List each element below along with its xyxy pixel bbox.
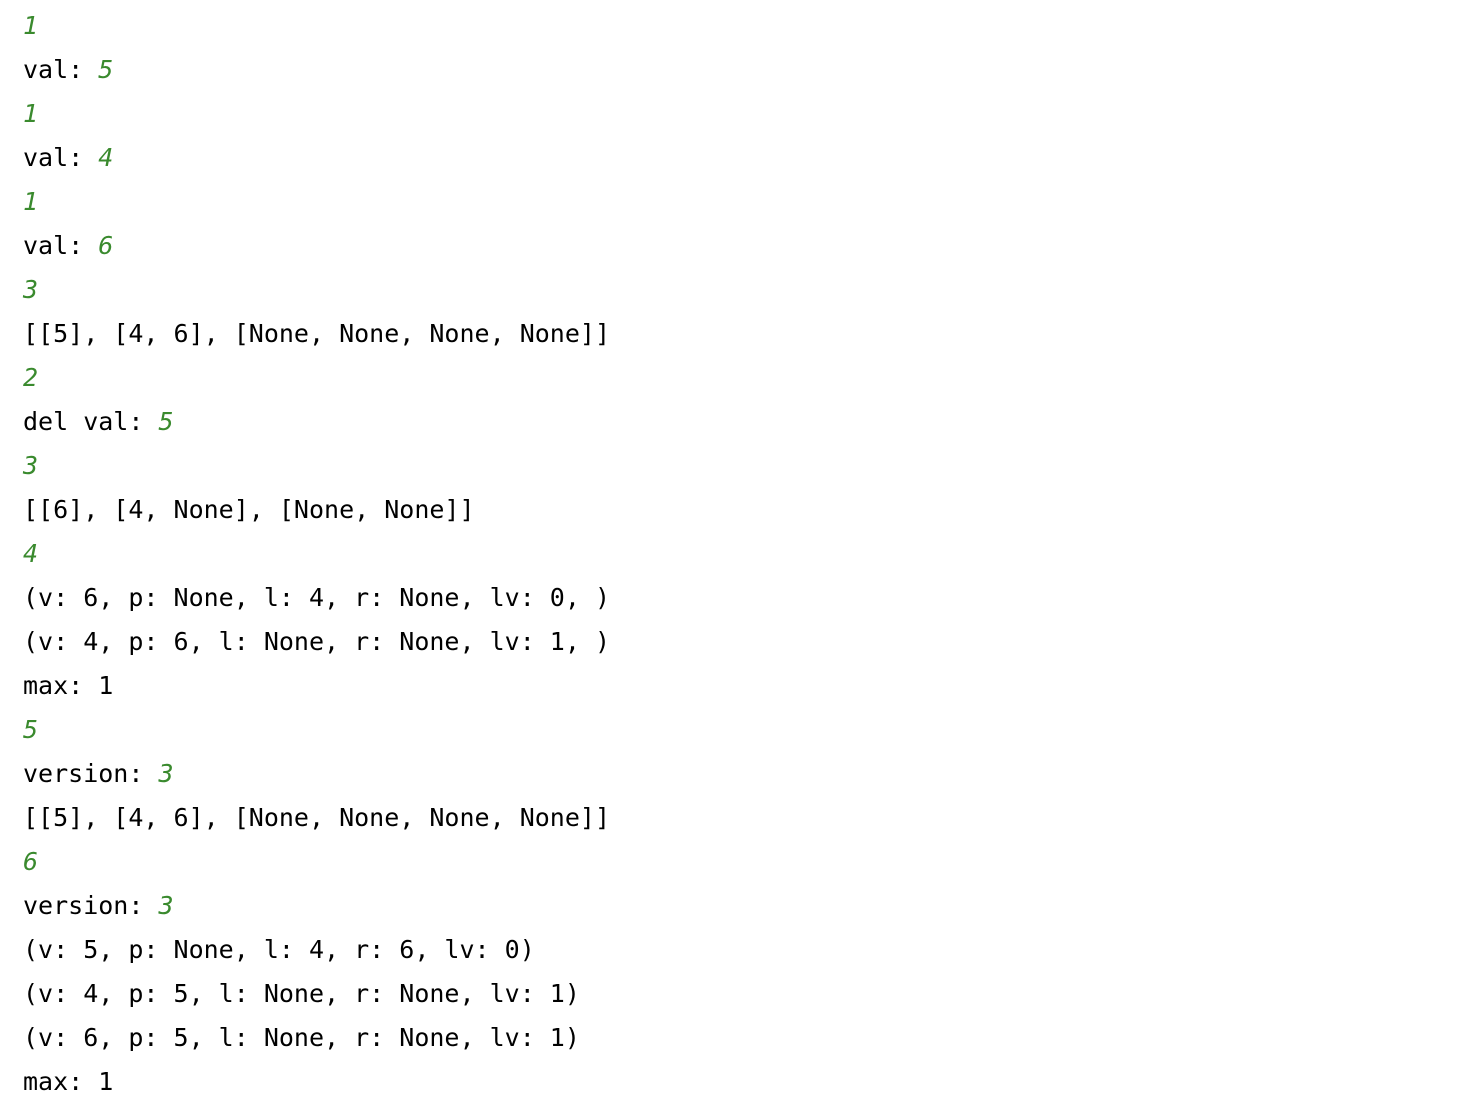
line-text: version: bbox=[23, 759, 159, 788]
line-text: del val: bbox=[23, 407, 159, 436]
output-line: (v: 4, p: 5, l: None, r: None, lv: 1) bbox=[23, 972, 1458, 1016]
line-text: [[5], [4, 6], [None, None, None, None]] bbox=[23, 803, 610, 832]
output-line: 1 bbox=[23, 92, 1458, 136]
line-text: val: bbox=[23, 55, 99, 84]
line-value: 3 bbox=[23, 275, 39, 304]
line-value: 5 bbox=[158, 407, 174, 436]
output-line: max: 1 bbox=[23, 1060, 1458, 1102]
console-output: 1 val: 5 1 val: 4 1 val: 6 3 [[5], [4, 6… bbox=[0, 4, 1458, 1102]
line-text: (v: 5, p: None, l: 4, r: 6, lv: 0) bbox=[23, 935, 535, 964]
line-value: 2 bbox=[23, 363, 39, 392]
line-text: val: bbox=[23, 143, 99, 172]
line-text: (v: 4, p: 5, l: None, r: None, lv: 1) bbox=[23, 979, 580, 1008]
output-line: (v: 6, p: 5, l: None, r: None, lv: 1) bbox=[23, 1016, 1458, 1060]
line-text: (v: 6, p: 5, l: None, r: None, lv: 1) bbox=[23, 1023, 580, 1052]
line-text: max: 1 bbox=[23, 671, 114, 700]
line-value: 4 bbox=[98, 143, 114, 172]
output-line: (v: 4, p: 6, l: None, r: None, lv: 1, ) bbox=[23, 620, 1458, 664]
line-text: (v: 4, p: 6, l: None, r: None, lv: 1, ) bbox=[23, 627, 610, 656]
line-value: 4 bbox=[23, 539, 39, 568]
line-value: 3 bbox=[23, 451, 39, 480]
line-value: 5 bbox=[98, 55, 114, 84]
line-text: version: bbox=[23, 891, 159, 920]
output-line: version: 3 bbox=[23, 884, 1458, 928]
line-text: [[6], [4, None], [None, None]] bbox=[23, 495, 475, 524]
line-value: 1 bbox=[23, 11, 39, 40]
line-value: 1 bbox=[23, 99, 39, 128]
output-line: 3 bbox=[23, 268, 1458, 312]
output-line: val: 4 bbox=[23, 136, 1458, 180]
line-text: (v: 6, p: None, l: 4, r: None, lv: 0, ) bbox=[23, 583, 610, 612]
line-value: 3 bbox=[158, 891, 174, 920]
output-line: 3 bbox=[23, 444, 1458, 488]
line-text: [[5], [4, 6], [None, None, None, None]] bbox=[23, 319, 610, 348]
output-line: val: 5 bbox=[23, 48, 1458, 92]
line-value: 6 bbox=[98, 231, 114, 260]
line-value: 5 bbox=[23, 715, 39, 744]
output-line: (v: 5, p: None, l: 4, r: 6, lv: 0) bbox=[23, 928, 1458, 972]
line-text: max: 1 bbox=[23, 1067, 114, 1096]
output-line: version: 3 bbox=[23, 752, 1458, 796]
output-line: 5 bbox=[23, 708, 1458, 752]
output-line: 2 bbox=[23, 356, 1458, 400]
output-line: 1 bbox=[23, 180, 1458, 224]
output-line: 1 bbox=[23, 4, 1458, 48]
line-value: 1 bbox=[23, 187, 39, 216]
line-value: 6 bbox=[23, 847, 39, 876]
output-line: (v: 6, p: None, l: 4, r: None, lv: 0, ) bbox=[23, 576, 1458, 620]
output-line: val: 6 bbox=[23, 224, 1458, 268]
output-line: [[6], [4, None], [None, None]] bbox=[23, 488, 1458, 532]
line-text: val: bbox=[23, 231, 99, 260]
output-line: 4 bbox=[23, 532, 1458, 576]
output-line: del val: 5 bbox=[23, 400, 1458, 444]
output-line: 6 bbox=[23, 840, 1458, 884]
output-line: max: 1 bbox=[23, 664, 1458, 708]
output-line: [[5], [4, 6], [None, None, None, None]] bbox=[23, 312, 1458, 356]
line-value: 3 bbox=[158, 759, 174, 788]
output-line: [[5], [4, 6], [None, None, None, None]] bbox=[23, 796, 1458, 840]
